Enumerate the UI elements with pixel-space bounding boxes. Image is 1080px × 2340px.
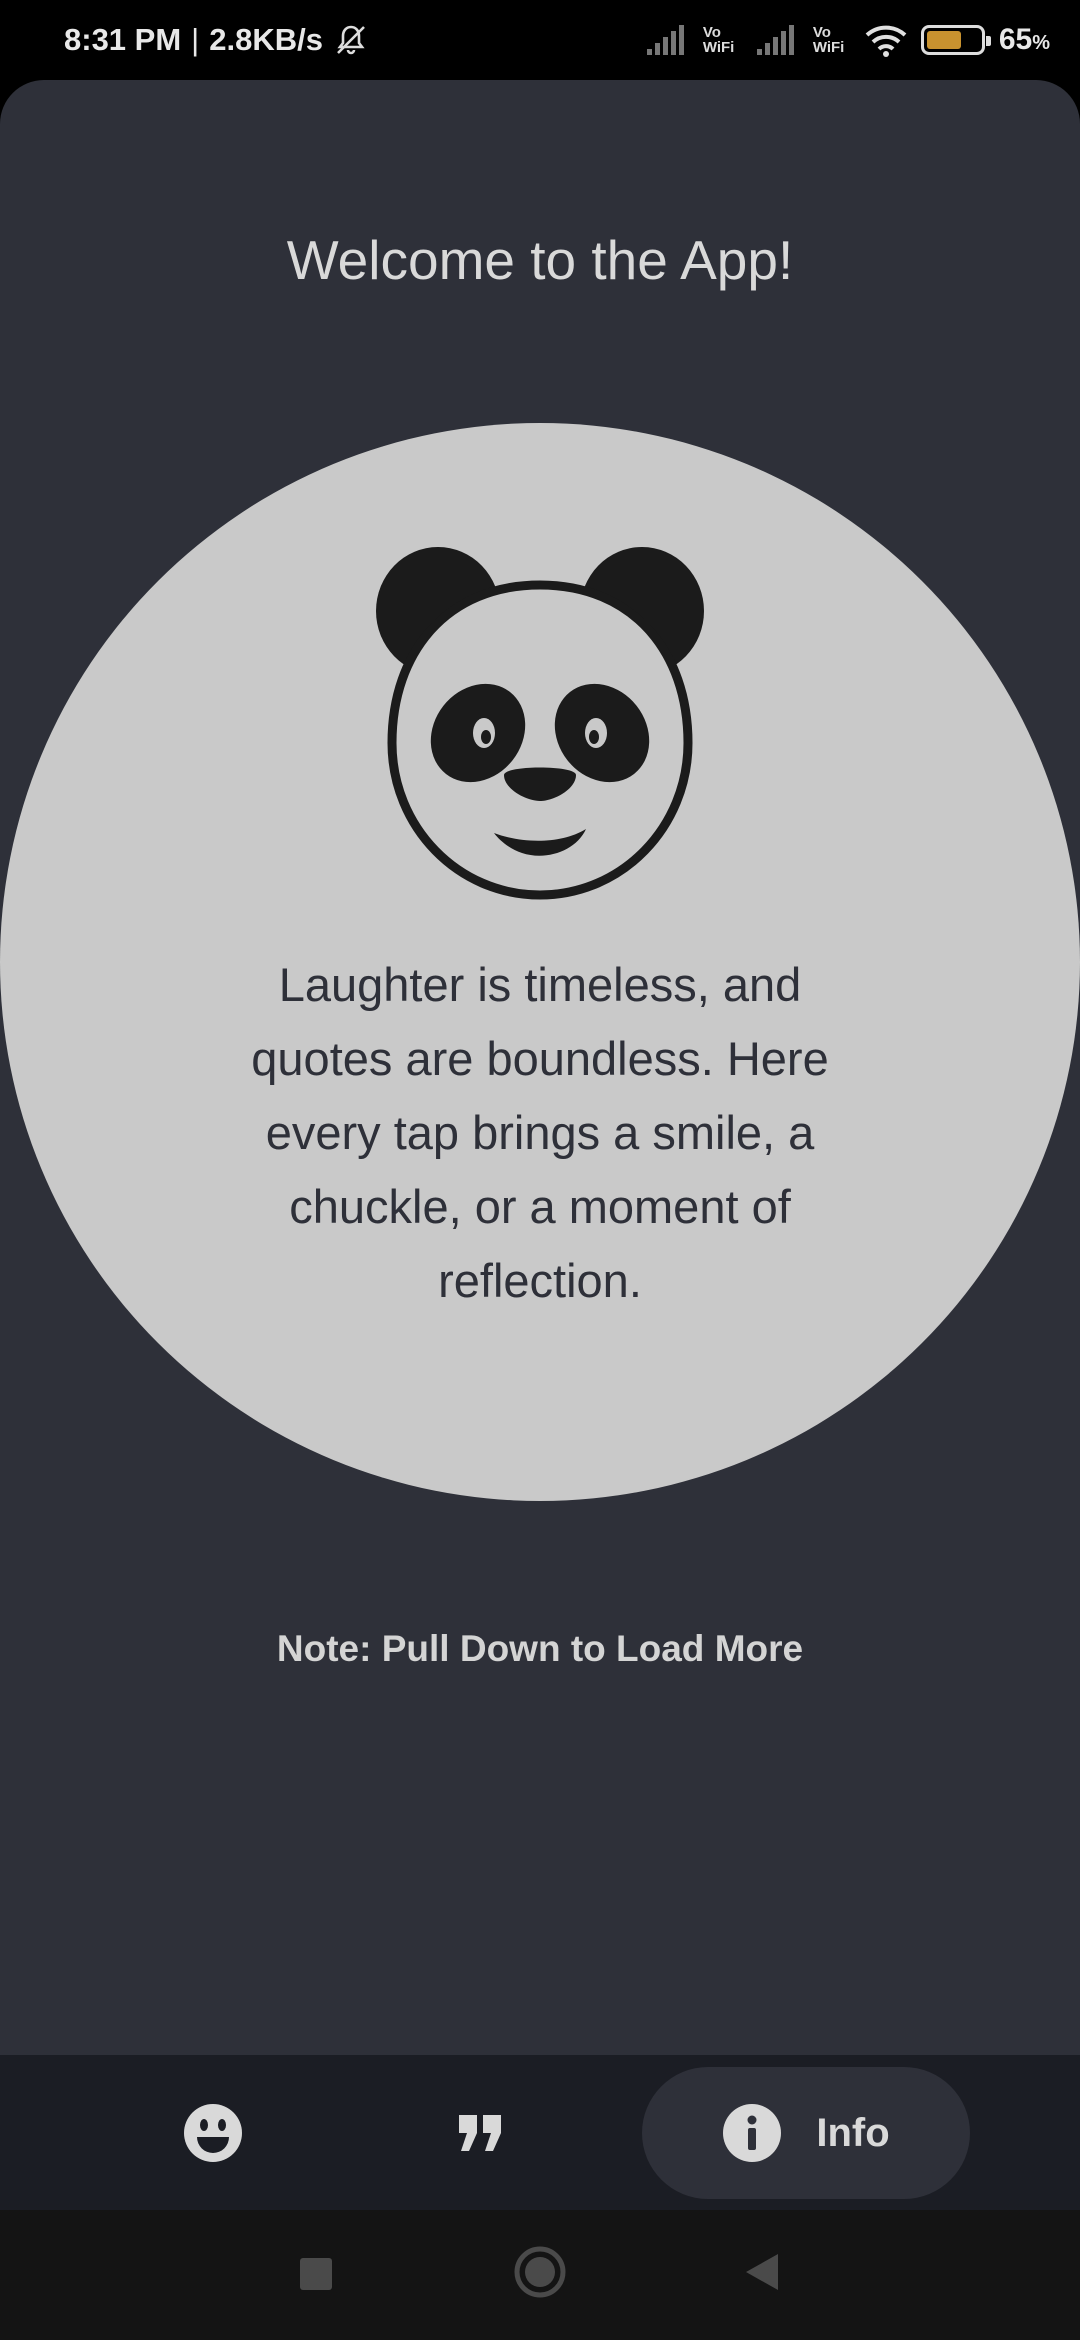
battery-icon bbox=[920, 25, 991, 55]
vowifi-label-2: Vo WiFi bbox=[812, 24, 845, 56]
battery-percent: 65% bbox=[998, 23, 1050, 56]
recents-icon[interactable] bbox=[300, 2258, 332, 2290]
network-speed: 2.8KB/s bbox=[209, 22, 323, 57]
quote-text: Laughter is timeless, and quotes are bou… bbox=[251, 958, 829, 1307]
separator: | bbox=[191, 22, 200, 57]
page-title: Welcome to the App! bbox=[286, 229, 794, 291]
system-nav-bar bbox=[0, 2210, 1080, 2340]
signal-icon bbox=[756, 25, 794, 55]
nav-quotes-button[interactable] bbox=[435, 2093, 525, 2173]
back-icon[interactable] bbox=[742, 2245, 782, 2299]
nav-info-button[interactable]: Info bbox=[642, 2067, 970, 2199]
status-right: Vo WiFi Vo WiFi 65% bbox=[645, 23, 1050, 57]
info-icon bbox=[723, 2104, 782, 2162]
quote-icon bbox=[459, 2115, 501, 2151]
mute-icon bbox=[337, 25, 365, 55]
smiley-icon bbox=[184, 2104, 242, 2162]
home-icon[interactable] bbox=[513, 2245, 567, 2299]
app-screen[interactable]: Welcome to the App! Laughter is timeless… bbox=[0, 80, 1080, 2055]
clock: 8:31 PM bbox=[64, 22, 182, 57]
nav-jokes-button[interactable] bbox=[168, 2093, 258, 2173]
panda-icon bbox=[376, 547, 704, 900]
vowifi-label-1: Vo WiFi bbox=[702, 24, 735, 56]
status-bar: 8:31 PM | 2.8KB/s Vo WiFi Vo WiFi 65% bbox=[0, 0, 1080, 80]
nav-info-label: Info bbox=[816, 2110, 890, 2155]
signal-icon bbox=[646, 25, 684, 55]
bottom-nav: Info bbox=[0, 2055, 1080, 2210]
status-left: 8:31 PM | 2.8KB/s bbox=[64, 22, 369, 58]
wifi-icon bbox=[865, 25, 907, 57]
pull-down-note: Note: Pull Down to Load More bbox=[276, 1628, 804, 1669]
